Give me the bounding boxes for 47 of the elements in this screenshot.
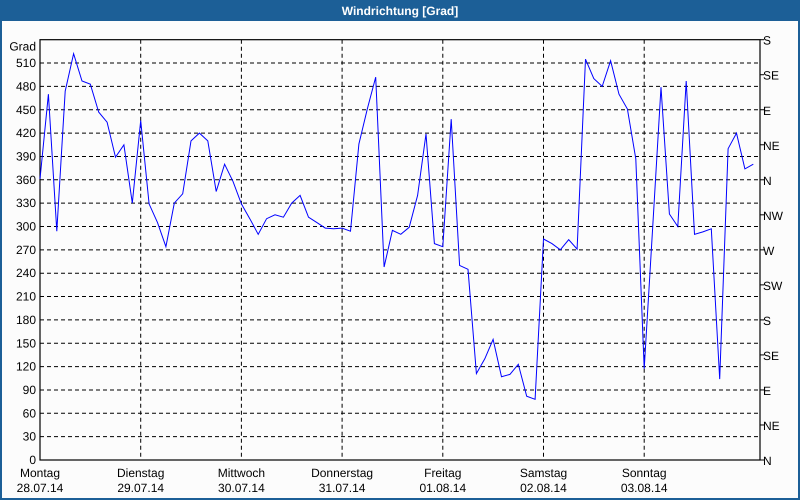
compass-label: S [763,34,772,48]
axis-tick-label: 120 [16,360,36,374]
compass-label: NE [763,418,780,433]
axis-tick-label: 420 [16,126,36,140]
day-label: Donnerstag [311,466,374,480]
compass-label: SE [763,68,780,83]
date-label: 29.07.14 [117,481,164,495]
axis-tick-label: 510 [16,56,36,70]
day-label: Mittwoch [218,466,266,480]
date-label: 01.08.14 [419,481,466,495]
axis-tick-label: 30 [22,430,36,444]
axis-tick-label: 270 [16,242,36,257]
axis-tick-label: 90 [22,382,36,397]
axis-tick-label: 450 [16,102,36,117]
axis-tick-label: 360 [16,172,36,187]
axis-tick-label: 330 [16,196,36,210]
compass-label: SE [763,348,780,363]
axis-tick-label: 390 [16,149,36,164]
compass-label: E [763,104,772,118]
date-label: 30.07.14 [218,481,265,495]
compass-label: NE [763,138,780,153]
axis-tick-label: 0 [29,453,36,467]
axis-tick-label: 210 [16,290,36,304]
day-label: Freitag [424,466,462,480]
compass-label: N [763,454,772,468]
date-label: 02.08.14 [520,481,567,495]
date-label: 28.07.14 [16,481,64,495]
axis-tick-label: 300 [16,220,36,234]
axis-tick-label: 480 [16,79,36,94]
compass-label: NW [763,208,783,223]
axis-title: Grad [9,40,36,54]
compass-label: E [763,384,772,398]
axis-tick-label: 240 [16,266,36,280]
compass-label: S [763,314,772,328]
compass-label: SW [763,278,782,293]
day-label: Sonntag [622,466,667,480]
day-label: Samstag [520,466,568,480]
axis-tick-label: 180 [16,312,36,327]
axis-tick-label: 60 [22,406,36,420]
day-label: Dienstag [117,466,164,480]
date-label: 31.07.14 [318,481,366,495]
compass-label: N [763,174,772,188]
window-title: Windrichtung [Grad] [342,4,458,18]
compass-label: W [763,244,774,258]
date-label: 03.08.14 [620,481,668,495]
day-label: Montag [20,466,60,480]
axis-tick-label: 150 [16,336,36,350]
